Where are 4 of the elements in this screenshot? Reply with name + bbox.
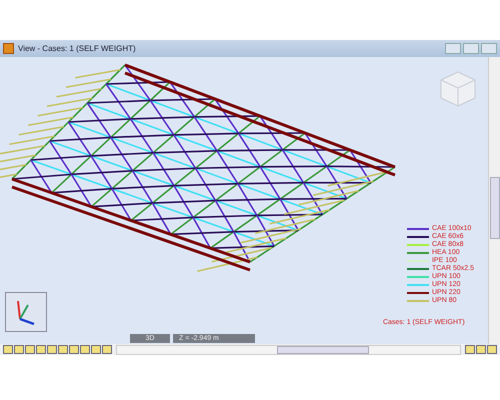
horizontal-scrollbar[interactable] xyxy=(116,344,461,354)
app-icon xyxy=(3,43,14,54)
window-title: View - Cases: 1 (SELF WEIGHT) xyxy=(18,44,136,53)
vertical-scrollbar[interactable] xyxy=(488,57,500,344)
